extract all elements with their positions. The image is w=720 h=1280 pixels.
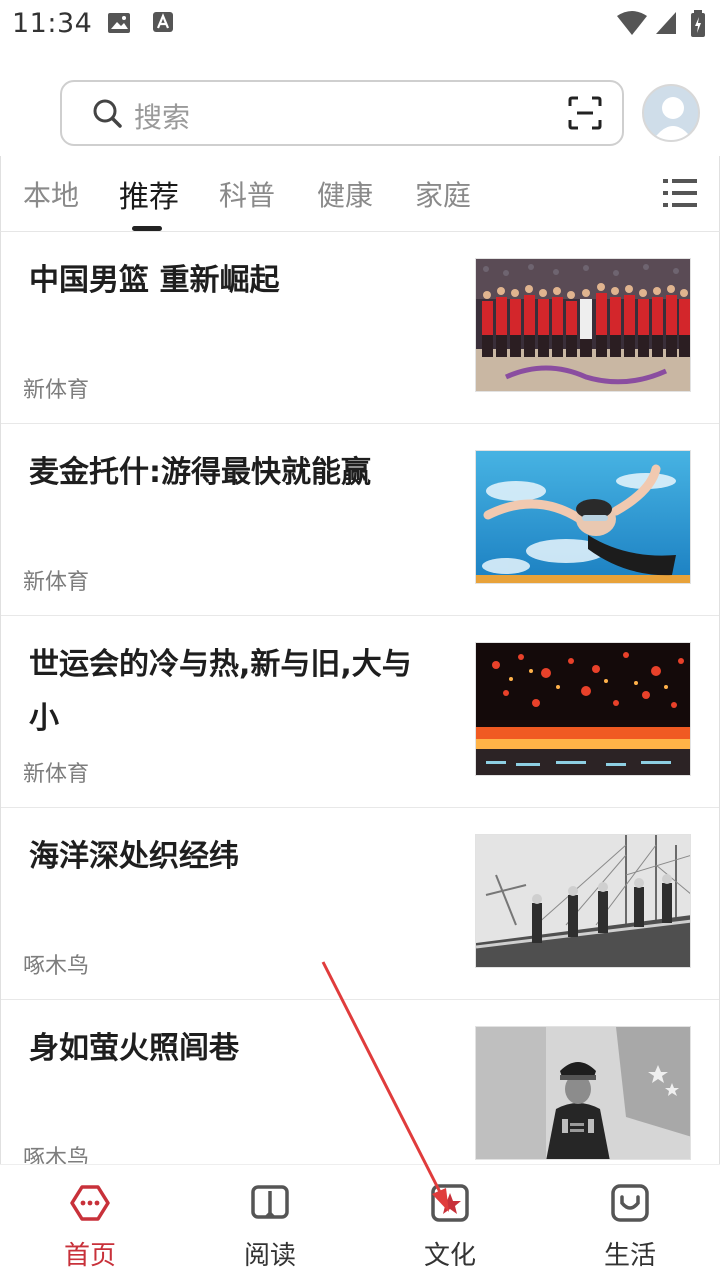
list-item[interactable]: 麦金托什:游得最快就能赢 新体育 xyxy=(1,424,719,616)
article-thumbnail[interactable] xyxy=(475,258,691,392)
tab-science[interactable]: 科普 xyxy=(219,174,275,214)
nav-label: 首页 xyxy=(63,1241,116,1271)
home-icon xyxy=(70,1183,110,1223)
channel-menu-icon[interactable] xyxy=(663,178,697,212)
tab-health[interactable]: 健康 xyxy=(317,174,373,214)
article-title[interactable]: 世运会的冷与热,新与旧,大与小 xyxy=(29,638,439,746)
nav-home[interactable]: 首页 xyxy=(0,1165,180,1280)
news-feed[interactable]: 中国男篮 重新崛起 新体育 麦金托什:游得最快就能赢 新体育 世运会的冷与热,新… xyxy=(0,232,720,1164)
article-thumbnail[interactable] xyxy=(475,450,691,584)
nav-reading[interactable]: 阅读 xyxy=(180,1165,360,1280)
smile-box-icon xyxy=(610,1183,650,1223)
tab-family[interactable]: 家庭 xyxy=(415,174,471,214)
search-icon xyxy=(92,98,124,134)
tab-local[interactable]: 本地 xyxy=(23,174,79,214)
article-title[interactable]: 麦金托什:游得最快就能赢 xyxy=(29,446,439,500)
tab-recommended[interactable]: 推荐 xyxy=(119,172,179,216)
search-row: 搜索 xyxy=(0,72,720,156)
article-source: 新体育 xyxy=(23,570,90,595)
signal-icon xyxy=(654,10,678,40)
article-source: 啄木鸟 xyxy=(23,954,90,979)
gallery-icon xyxy=(106,10,132,40)
article-source: 新体育 xyxy=(23,762,90,787)
category-tabs: 本地 推荐 科普 健康 家庭 xyxy=(0,156,720,232)
article-title[interactable]: 海洋深处织经纬 xyxy=(29,830,439,884)
text-a-icon xyxy=(152,10,176,40)
scan-icon[interactable] xyxy=(568,96,602,134)
article-thumbnail[interactable] xyxy=(475,642,691,776)
list-item[interactable]: 身如萤火照闾巷 啄木鸟 xyxy=(1,1000,719,1164)
nav-life[interactable]: 生活 xyxy=(540,1165,720,1280)
nav-label: 生活 xyxy=(603,1241,656,1271)
avatar[interactable] xyxy=(642,84,700,142)
status-bar: 11:34 xyxy=(0,0,720,50)
wifi-icon xyxy=(616,10,648,40)
article-thumbnail[interactable] xyxy=(475,834,691,968)
battery-icon xyxy=(690,10,706,42)
article-source: 新体育 xyxy=(23,378,90,403)
article-title[interactable]: 身如萤火照闾巷 xyxy=(29,1022,439,1076)
article-source: 啄木鸟 xyxy=(23,1146,90,1164)
nav-label: 阅读 xyxy=(243,1241,296,1271)
book-icon xyxy=(250,1183,290,1223)
bottom-nav: 首页 阅读 文化 生活 xyxy=(0,1164,720,1280)
active-tab-indicator xyxy=(132,226,162,231)
list-item[interactable]: 世运会的冷与热,新与旧,大与小 新体育 xyxy=(1,616,719,808)
article-thumbnail[interactable] xyxy=(475,1026,691,1160)
nav-culture[interactable]: 文化 xyxy=(360,1165,540,1280)
nav-label: 文化 xyxy=(423,1241,476,1271)
star-box-icon xyxy=(430,1183,470,1223)
status-time: 11:34 xyxy=(12,8,93,39)
list-item[interactable]: 中国男篮 重新崛起 新体育 xyxy=(1,232,719,424)
search-input[interactable]: 搜索 xyxy=(134,96,190,136)
list-item[interactable]: 海洋深处织经纬 啄木鸟 xyxy=(1,808,719,1000)
search-box[interactable]: 搜索 xyxy=(60,80,624,146)
article-title[interactable]: 中国男篮 重新崛起 xyxy=(29,254,439,308)
